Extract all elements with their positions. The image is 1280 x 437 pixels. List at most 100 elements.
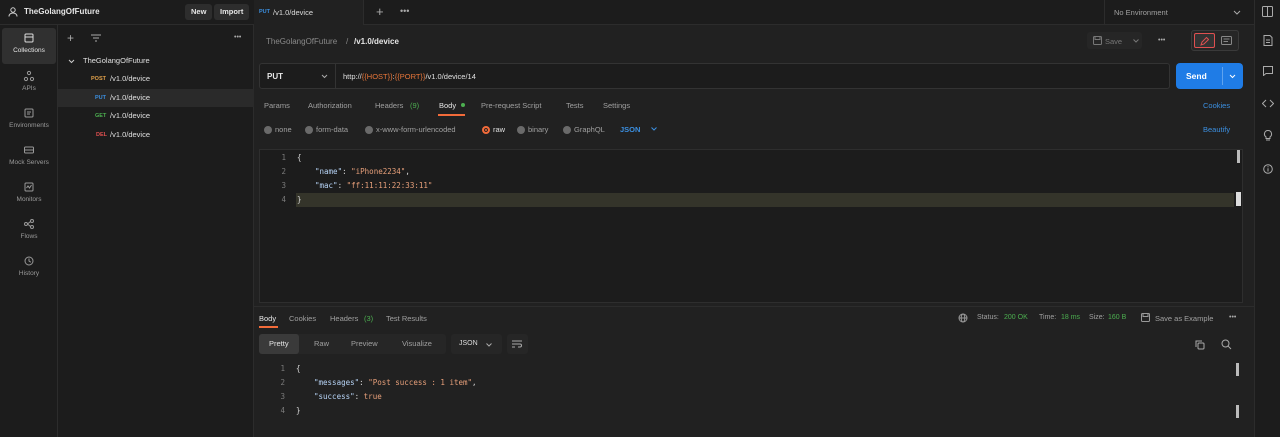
- wrap-lines-button[interactable]: [507, 334, 528, 354]
- rail-apis[interactable]: APIs: [2, 66, 56, 102]
- pane-divider[interactable]: [254, 306, 1254, 307]
- user-icon[interactable]: [8, 7, 18, 17]
- environment-label: No Environment: [1114, 8, 1168, 17]
- add-collection-icon[interactable]: +: [67, 31, 74, 45]
- request-path: /v1.0/device: [110, 130, 151, 139]
- new-button[interactable]: New: [185, 4, 213, 20]
- tab-authorization[interactable]: Authorization: [308, 101, 352, 110]
- status-value[interactable]: 200 OK: [1004, 314, 1028, 321]
- method-select[interactable]: PUT: [260, 64, 336, 88]
- search-icon[interactable]: [1221, 339, 1232, 350]
- radio-raw[interactable]: [482, 126, 490, 134]
- collection-item[interactable]: TheGolangOfFuture: [58, 52, 254, 70]
- tab-tests[interactable]: Tests: [566, 101, 584, 110]
- open-request-tab[interactable]: PUT /v1.0/device: [254, 0, 364, 25]
- editor-scrollbar[interactable]: [1237, 150, 1240, 163]
- json-key: "mac": [315, 181, 338, 190]
- send-button[interactable]: Send: [1176, 63, 1243, 89]
- environment-selector[interactable]: No Environment: [1104, 0, 1254, 25]
- label-raw: raw: [493, 125, 506, 134]
- new-tab-icon[interactable]: +: [376, 4, 384, 19]
- rail-collections[interactable]: Collections: [2, 28, 56, 64]
- sidebar-more-icon[interactable]: •••: [234, 34, 241, 41]
- radio-form-data[interactable]: [305, 126, 313, 134]
- view-toggle: [1191, 30, 1239, 51]
- response-more-icon[interactable]: •••: [1229, 314, 1236, 321]
- comments-icon[interactable]: [1263, 66, 1273, 76]
- beautify-link[interactable]: Beautify: [1203, 125, 1230, 134]
- view-visualize-button[interactable]: Visualize: [392, 334, 442, 354]
- tab-body[interactable]: Body: [439, 101, 456, 110]
- sidebar-request-put[interactable]: PUT /v1.0/device: [58, 89, 254, 107]
- response-tab-body[interactable]: Body: [259, 314, 276, 323]
- response-scrollbar[interactable]: [1236, 363, 1239, 376]
- workspace-name[interactable]: TheGolangOfFuture: [24, 7, 100, 16]
- time-value[interactable]: 18 ms: [1061, 314, 1080, 321]
- radio-binary[interactable]: [517, 126, 525, 134]
- label-graphql: GraphQL: [574, 125, 605, 134]
- rail-environments[interactable]: Environments: [2, 103, 56, 139]
- url-input[interactable]: http://{{HOST}}:{{PORT}}/v1.0/device/14: [343, 72, 476, 81]
- view-pretty-button[interactable]: Pretty: [259, 334, 299, 354]
- body-language-select[interactable]: JSON: [620, 125, 640, 134]
- code-icon[interactable]: [1262, 99, 1274, 108]
- import-button[interactable]: Import: [214, 4, 250, 20]
- chevron-down-icon[interactable]: [1229, 74, 1236, 79]
- line-number: 2: [281, 167, 286, 176]
- top-bar: TheGolangOfFuture New Import PUT /v1.0/d…: [0, 0, 1280, 25]
- url-port-variable: {{PORT}}: [394, 72, 426, 81]
- request-method: DEL: [96, 132, 107, 138]
- time-label: Time:: [1039, 314, 1057, 321]
- response-tab-test-results[interactable]: Test Results: [386, 314, 427, 323]
- lightbulb-icon[interactable]: [1263, 130, 1273, 141]
- sidebar-request-post[interactable]: POST /v1.0/device: [58, 70, 254, 88]
- documentation-icon[interactable]: [1263, 35, 1273, 46]
- rail-history[interactable]: History: [2, 251, 56, 287]
- sidebar-request-get[interactable]: GET /v1.0/device: [58, 107, 254, 125]
- tab-title: /v1.0/device: [273, 8, 314, 17]
- radio-graphql[interactable]: [563, 126, 571, 134]
- info-icon[interactable]: [1263, 164, 1273, 174]
- chevron-down-icon: [651, 127, 657, 131]
- body-active-dot: [461, 103, 465, 107]
- radio-none[interactable]: [264, 126, 272, 134]
- sidebar-request-del[interactable]: DEL /v1.0/device: [58, 126, 254, 144]
- cookies-link[interactable]: Cookies: [1203, 101, 1230, 110]
- response-scrollbar-thumb[interactable]: [1236, 405, 1239, 418]
- tab-headers[interactable]: Headers: [375, 101, 403, 110]
- rail-flows[interactable]: Flows: [2, 214, 56, 250]
- tab-prerequest-script[interactable]: Pre-request Script: [481, 101, 541, 110]
- save-as-example-button[interactable]: Save as Example: [1155, 314, 1213, 323]
- rail-label: History: [18, 270, 40, 277]
- request-path: /v1.0/device: [110, 74, 151, 83]
- breadcrumb-parent[interactable]: TheGolangOfFuture: [266, 37, 337, 46]
- request-method: PUT: [95, 95, 106, 101]
- view-preview-button[interactable]: Preview: [341, 334, 388, 354]
- rail-monitors[interactable]: Monitors: [2, 177, 56, 213]
- save-button[interactable]: Save: [1087, 32, 1142, 49]
- response-tab-headers[interactable]: Headers: [330, 314, 358, 323]
- line-number: 3: [280, 392, 285, 401]
- layout-icon[interactable]: [1262, 6, 1273, 17]
- edit-mode-button[interactable]: [1194, 33, 1215, 48]
- save-icon: [1141, 313, 1150, 322]
- editor-scrollbar-thumb[interactable]: [1236, 192, 1241, 206]
- tab-params[interactable]: Params: [264, 101, 290, 110]
- size-label: Size:: [1089, 314, 1105, 321]
- tab-settings[interactable]: Settings: [603, 101, 630, 110]
- response-body-viewer[interactable]: 1 2 3 4 { "messages": "Post success : 1 …: [259, 360, 1243, 437]
- size-value[interactable]: 160 B: [1108, 314, 1126, 321]
- request-body-editor[interactable]: 1 2 3 4 { "name": "iPhone2234", "mac": "…: [259, 149, 1243, 303]
- more-tabs-icon[interactable]: •••: [400, 6, 409, 16]
- rail-mock-servers[interactable]: Mock Servers: [2, 140, 56, 176]
- response-format-select[interactable]: JSON: [451, 334, 502, 354]
- right-context-rail: [1254, 0, 1280, 437]
- request-more-icon[interactable]: •••: [1158, 37, 1165, 44]
- documentation-icon[interactable]: [1221, 36, 1232, 45]
- filter-icon[interactable]: [91, 34, 101, 42]
- globe-icon[interactable]: [958, 313, 968, 323]
- response-tab-cookies[interactable]: Cookies: [289, 314, 316, 323]
- radio-urlencoded[interactable]: [365, 126, 373, 134]
- copy-icon[interactable]: [1195, 340, 1205, 350]
- view-raw-button[interactable]: Raw: [304, 334, 339, 354]
